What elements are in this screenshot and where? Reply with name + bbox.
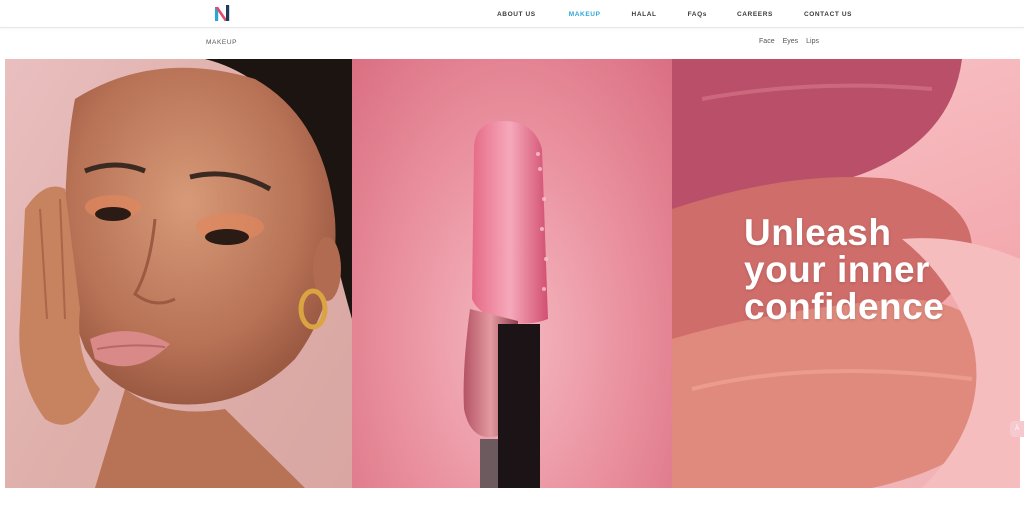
nav-halal[interactable]: HALAL [632, 11, 657, 18]
nav-contact-us[interactable]: CONTACT US [804, 11, 852, 18]
breadcrumb: MAKEUP [206, 39, 238, 46]
nav-faqs[interactable]: FAQs [688, 11, 707, 18]
main-nav: ABOUT US MAKEUP HALAL FAQs CAREERS CONTA… [497, 0, 852, 28]
headline-line-1: Unleash [744, 212, 892, 253]
top-navigation-bar: ABOUT US MAKEUP HALAL FAQs CAREERS CONTA… [0, 0, 1024, 28]
hero-headline: Unleash your inner confidence [744, 214, 944, 325]
link-lips[interactable]: Lips [806, 38, 819, 45]
lip-gloss-wand-illustration [463, 121, 548, 488]
link-face[interactable]: Face [759, 38, 775, 45]
model-portrait-image [5, 59, 352, 488]
lip-gloss-wand-image [352, 59, 672, 488]
sub-navigation-bar: MAKEUP Face Eyes Lips [0, 28, 1024, 58]
link-eyes[interactable]: Eyes [783, 38, 799, 45]
nav-careers[interactable]: CAREERS [737, 11, 773, 18]
model-portrait-illustration [19, 59, 352, 488]
category-links: Face Eyes Lips [759, 38, 819, 45]
n-logo-icon[interactable] [215, 5, 231, 23]
nav-makeup[interactable]: MAKEUP [569, 11, 601, 18]
headline-line-2: your inner [744, 249, 930, 290]
lipstick-swatch-image: Unleash your inner confidence [672, 59, 1020, 488]
nav-about-us[interactable]: ABOUT US [497, 11, 536, 18]
hero-banner[interactable]: Unleash your inner confidence [5, 59, 1020, 488]
floating-side-tab[interactable]: À [1010, 421, 1024, 437]
headline-line-3: confidence [744, 286, 945, 327]
